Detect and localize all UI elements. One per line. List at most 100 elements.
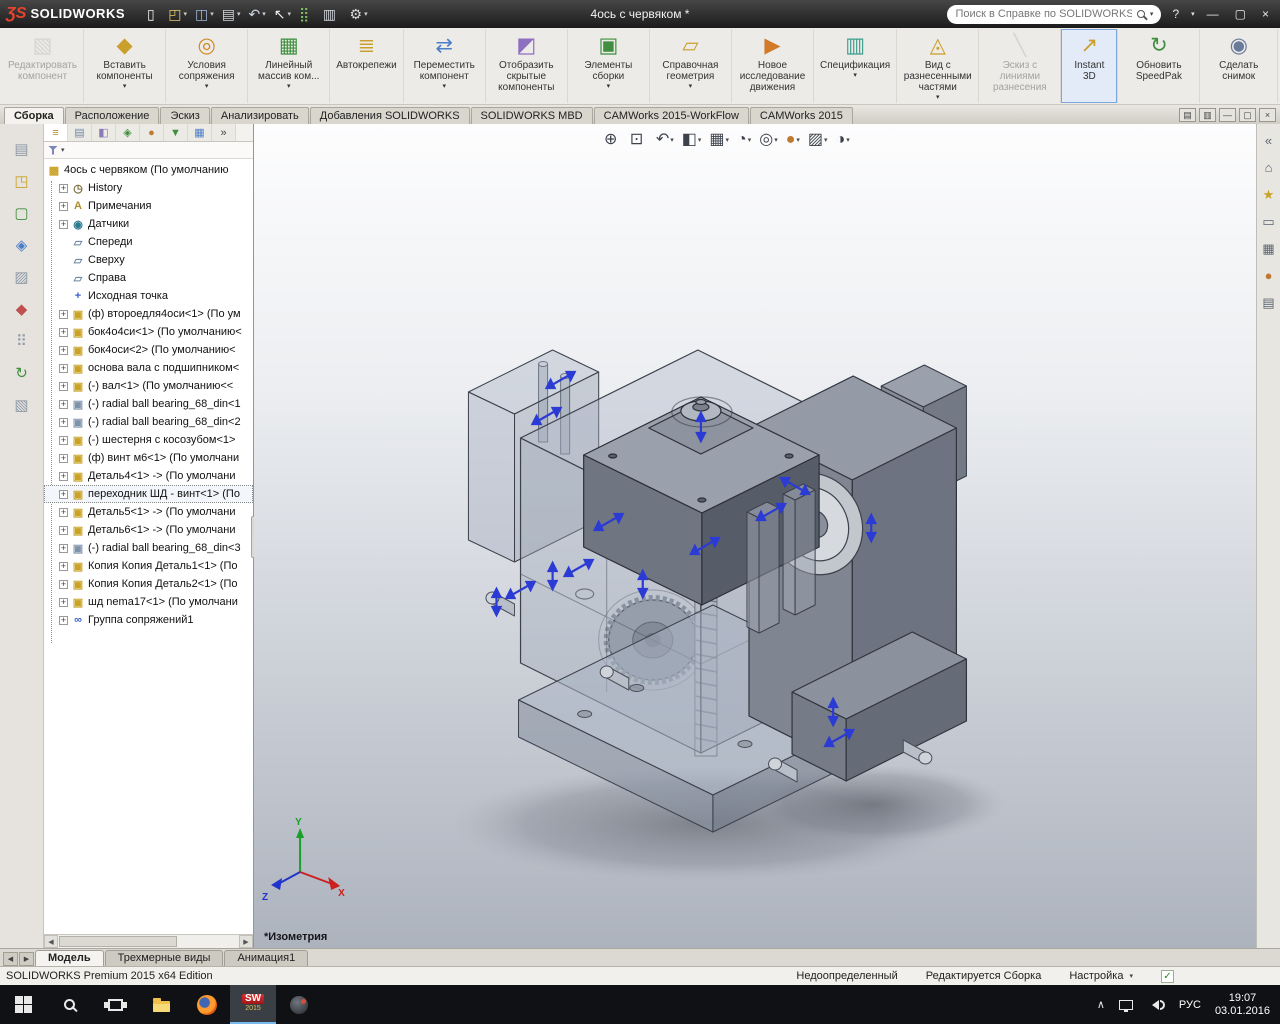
- expand-toggle[interactable]: +: [59, 525, 68, 535]
- tab-model[interactable]: Модель: [35, 950, 104, 966]
- expand-toggle[interactable]: +: [59, 417, 68, 427]
- scroll-right-button[interactable]: ▶: [239, 935, 253, 948]
- assembly-3d-view[interactable]: Y X Z: [254, 124, 1256, 948]
- featuremanager-tab[interactable]: ≡: [44, 124, 68, 141]
- tree-item[interactable]: + ▣ (-) radial ball bearing_68_din<3: [44, 539, 253, 557]
- expand-toggle[interactable]: +: [59, 363, 68, 373]
- open-button[interactable]: ◰ ▾: [164, 3, 191, 25]
- tree-item[interactable]: + ▣ (-) шестерня с косозубом<1>: [44, 431, 253, 449]
- mate-button[interactable]: ◎ Условия сопряжения ▾: [166, 29, 247, 103]
- expand-toggle[interactable]: +: [59, 219, 68, 229]
- left-toolbar-button-5[interactable]: ▨: [9, 266, 35, 288]
- edit-appearance-button[interactable]: ● ▾: [786, 132, 800, 148]
- tree-item[interactable]: + ▣ Деталь5<1> -> (По умолчани: [44, 503, 253, 521]
- save-button[interactable]: ◫ ▾: [191, 3, 218, 25]
- left-toolbar-button-7[interactable]: ⠿: [9, 330, 35, 352]
- expand-toggle[interactable]: +: [59, 471, 68, 481]
- expand-toggle[interactable]: +: [59, 579, 68, 589]
- tree-item[interactable]: + ∞ Группа сопряжений1: [44, 611, 253, 629]
- start-button[interactable]: [0, 985, 46, 1024]
- custom-properties-button[interactable]: ▤: [1262, 296, 1274, 309]
- section-view-button[interactable]: ◧ ▾: [682, 132, 702, 148]
- minimize-button[interactable]: —: [1202, 7, 1224, 21]
- left-toolbar-button-4[interactable]: ◈: [9, 234, 35, 256]
- exploded-view-button[interactable]: ◬ Вид с разнесенными частями ▾: [897, 29, 978, 103]
- expand-toggle[interactable]: +: [59, 615, 68, 625]
- doc-tabs-scroll-right-button[interactable]: ▶: [19, 952, 34, 966]
- new-document-button[interactable]: ▯ ▾: [143, 3, 164, 25]
- left-toolbar-button-1[interactable]: ▤: [9, 138, 35, 160]
- tab-solidworks-addins[interactable]: Добавления SOLIDWORKS: [309, 107, 470, 124]
- tree-item[interactable]: + ◉ Датчики: [44, 215, 253, 233]
- app-button[interactable]: [276, 985, 322, 1024]
- chevron-down-icon[interactable]: ▾: [1129, 972, 1133, 980]
- expand-toggle[interactable]: +: [59, 309, 68, 319]
- expand-toggle[interactable]: +: [59, 561, 68, 571]
- close-button[interactable]: ×: [1257, 7, 1274, 21]
- help-button[interactable]: ?: [1167, 7, 1184, 21]
- bill-of-materials-button[interactable]: ▥ Спецификация ▾: [814, 29, 896, 103]
- tab-camworks-2015[interactable]: CAMWorks 2015: [749, 107, 853, 124]
- file-properties-button[interactable]: ▥ ▾: [319, 3, 346, 25]
- tree-item[interactable]: + ▣ бок4оси<2> (По умолчанию<: [44, 341, 253, 359]
- tree-item[interactable]: + ▣ шд nema17<1> (По умолчани: [44, 593, 253, 611]
- design-library-button[interactable]: ★: [1263, 188, 1275, 201]
- tree-item[interactable]: + ▣ (-) вал<1> (По умолчанию<<: [44, 377, 253, 395]
- taskbar-search-button[interactable]: [46, 985, 92, 1024]
- camworks-operation-tab[interactable]: ▦: [188, 124, 212, 141]
- propertymanager-tab[interactable]: ▤: [68, 124, 92, 141]
- view-settings-button[interactable]: ◑ ▾: [836, 132, 850, 148]
- tree-item[interactable]: + A Примечания: [44, 197, 253, 215]
- view-palette-button[interactable]: ▦: [1262, 242, 1274, 255]
- tree-item[interactable]: + ▣ Копия Копия Деталь2<1> (По: [44, 575, 253, 593]
- cm-options-button[interactable]: ▥: [1199, 108, 1216, 122]
- doc-tabs-scroll-left-button[interactable]: ◀: [3, 952, 18, 966]
- expand-toggle[interactable]: +: [59, 543, 68, 553]
- previous-view-button[interactable]: ↶ ▾: [656, 132, 674, 148]
- expand-toggle[interactable]: +: [59, 201, 68, 211]
- move-component-button[interactable]: ⇄ Переместить компонент ▾: [404, 29, 485, 103]
- tab-solidworks-mbd[interactable]: SOLIDWORKS MBD: [470, 107, 593, 124]
- show-hidden-components-button[interactable]: ◩ Отобразить скрытые компоненты ▾: [486, 29, 567, 103]
- tree-item[interactable]: + ▣ Деталь6<1> -> (По умолчани: [44, 521, 253, 539]
- expand-toggle[interactable]: +: [59, 327, 68, 337]
- tree-item[interactable]: + ▣ Копия Копия Деталь1<1> (По: [44, 557, 253, 575]
- update-speedpak-button[interactable]: ↻ Обновить SpeedPak ▾: [1118, 29, 1199, 103]
- doc-restore-button[interactable]: ▢: [1239, 108, 1256, 122]
- tree-horizontal-scrollbar[interactable]: ◀ ▶: [44, 934, 253, 948]
- doc-close-button[interactable]: ×: [1259, 108, 1276, 122]
- options-button[interactable]: ⚙ ▾: [346, 3, 372, 25]
- panel-overflow-button[interactable]: »: [212, 124, 236, 141]
- task-view-button[interactable]: [92, 985, 138, 1024]
- tab-sketch[interactable]: Эскиз: [160, 107, 210, 124]
- camworks-feature-tab[interactable]: ▼: [164, 124, 188, 141]
- left-toolbar-button-2[interactable]: ◳: [9, 170, 35, 192]
- configurationmanager-tab[interactable]: ◧: [92, 124, 116, 141]
- expand-toggle[interactable]: +: [59, 399, 68, 409]
- tab-camworks-workflow[interactable]: CAMWorks 2015-WorkFlow: [593, 107, 749, 124]
- expand-toggle[interactable]: +: [59, 435, 68, 445]
- graphics-viewport[interactable]: Y X Z ⊕ ▾ ⊡ ▾: [254, 124, 1256, 948]
- tab-animation1[interactable]: Анимация1: [224, 950, 309, 966]
- display-style-button[interactable]: ◔ ▾: [737, 132, 751, 148]
- customization-menu[interactable]: Настройка: [1069, 970, 1123, 982]
- take-snapshot-button[interactable]: ◉ Сделать снимок ▾: [1200, 29, 1277, 103]
- expand-toggle[interactable]: +: [59, 183, 68, 193]
- zoom-to-area-button[interactable]: ⊡ ▾: [630, 132, 648, 148]
- instant-3d-button[interactable]: ↗ Instant 3D ▾: [1061, 29, 1118, 103]
- expand-toggle[interactable]: +: [59, 453, 68, 463]
- tab-3d-views[interactable]: Трехмерные виды: [104, 950, 224, 966]
- displaymanager-tab[interactable]: ●: [140, 124, 164, 141]
- tree-item[interactable]: + ▣ основа вала с подшипником<: [44, 359, 253, 377]
- hidden-icons-button[interactable]: ∧: [1097, 998, 1105, 1011]
- resources-home-button[interactable]: ⌂: [1265, 161, 1273, 174]
- tree-item[interactable]: + ▱ Спереди: [44, 233, 253, 251]
- restore-button[interactable]: ▢: [1230, 7, 1251, 21]
- scroll-left-button[interactable]: ◀: [44, 935, 58, 948]
- tree-item[interactable]: + ▣ (-) radial ball bearing_68_din<2: [44, 413, 253, 431]
- smart-fasteners-button[interactable]: ≣ Автокрепежи ▾: [330, 29, 402, 103]
- expand-toggle[interactable]: +: [59, 381, 68, 391]
- tree-item[interactable]: + ▱ Сверху: [44, 251, 253, 269]
- taskpane-collapse-button[interactable]: «: [1265, 134, 1272, 147]
- browser-button[interactable]: [184, 985, 230, 1024]
